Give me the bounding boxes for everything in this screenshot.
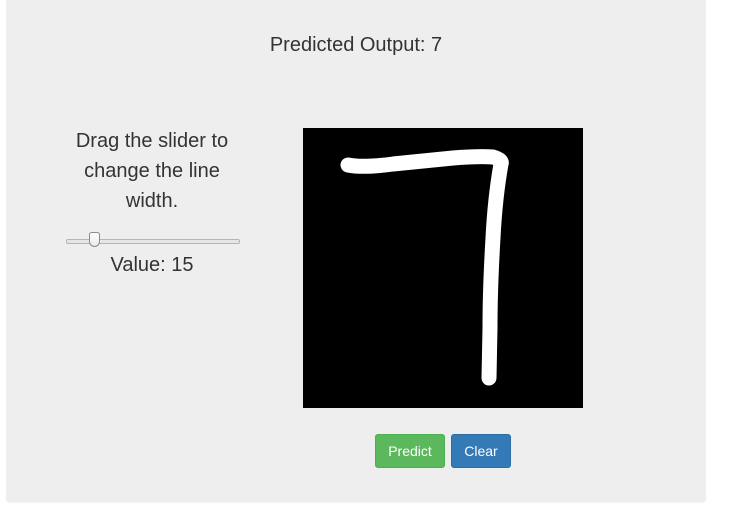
drawn-digit	[340, 149, 509, 386]
digit-stroke	[340, 149, 509, 386]
drawing-canvas[interactable]	[303, 128, 583, 408]
line-width-slider[interactable]	[66, 231, 240, 251]
prediction-panel: Predicted Output: 7 Drag the slider to c…	[6, 0, 706, 502]
slider-thumb[interactable]	[88, 232, 100, 247]
slider-value-label: Value: 15	[110, 254, 194, 276]
clear-button[interactable]: Clear	[451, 434, 511, 468]
predict-button[interactable]: Predict	[375, 434, 445, 468]
slider-instructions: Drag the slider to change the line width…	[75, 130, 229, 212]
predicted-output: Predicted Output: 7	[269, 34, 443, 56]
